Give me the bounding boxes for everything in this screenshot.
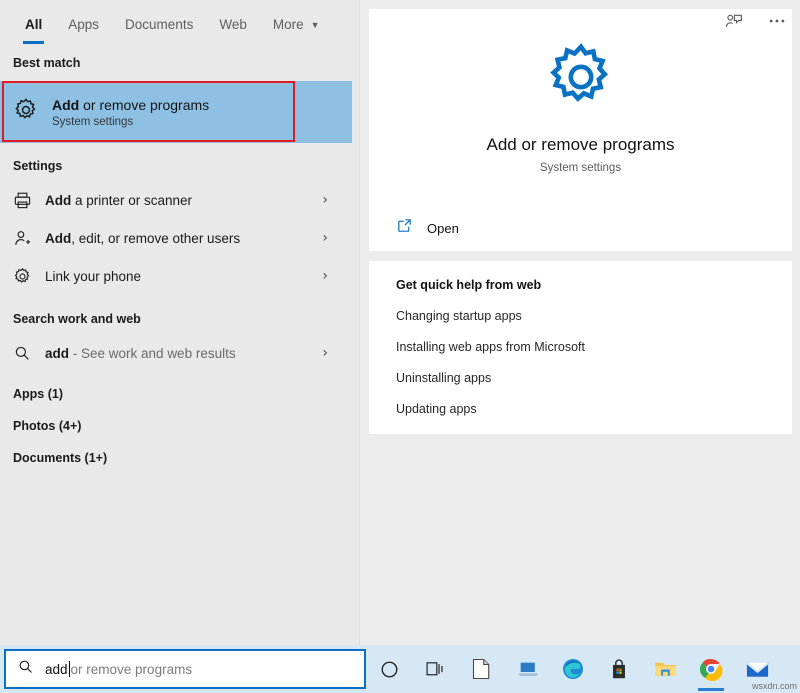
chevron-down-icon: ▼ <box>310 19 320 30</box>
text-cursor <box>68 661 70 677</box>
preview-subtitle: System settings <box>539 161 622 174</box>
quick-help-card: Get quick help from web Changing startup… <box>369 261 792 434</box>
tab-apps[interactable]: Apps <box>55 0 112 48</box>
best-match-title-bold: Add <box>52 96 80 113</box>
web-result-item[interactable]: add - See work and web results › <box>0 334 359 372</box>
task-view-icon[interactable] <box>412 645 458 693</box>
quick-help-item[interactable]: Installing web apps from Microsoft <box>396 340 792 354</box>
cortana-icon[interactable] <box>366 645 412 693</box>
tab-documents-label: Documents <box>125 16 194 32</box>
chevron-right-icon: › <box>322 345 328 361</box>
web-result-label: add - See work and web results <box>45 346 236 361</box>
best-match-title-rest: or remove programs <box>79 96 210 113</box>
tab-more-label: More <box>272 16 304 32</box>
tab-all[interactable]: All <box>12 0 55 48</box>
chevron-right-icon: › <box>322 268 328 284</box>
category-apps-label: Apps (1) <box>13 387 63 401</box>
quick-help-item[interactable]: Updating apps <box>396 402 792 416</box>
settings-item-manage-users[interactable]: Add, edit, or remove other users › <box>0 219 359 257</box>
preview-hero: Add or remove programs System settings <box>369 9 792 204</box>
category-apps[interactable]: Apps (1) <box>0 378 359 410</box>
preview-card: Add or remove programs System settings O… <box>369 9 792 251</box>
header-actions <box>724 11 788 36</box>
search-icon <box>13 344 41 362</box>
quick-help-heading: Get quick help from web <box>396 278 542 292</box>
best-match-subtitle: System settings <box>52 115 134 128</box>
best-match-row[interactable]: Add or remove programs System settings <box>0 81 352 143</box>
settings-heading: Settings <box>13 159 63 173</box>
open-action-row[interactable]: Open <box>369 205 792 251</box>
settings-item-0-rest: a printer or scanner <box>71 192 193 208</box>
windows-search-screen: All Apps Documents Web More ▼ Best match <box>0 0 800 693</box>
settings-item-link-phone-label: Link your phone <box>45 269 141 284</box>
tab-all-label: All <box>25 16 43 32</box>
category-documents-label: Documents (1+) <box>13 451 108 465</box>
open-action-label: Open <box>427 220 459 236</box>
taskbar-icons <box>366 645 780 693</box>
settings-item-manage-users-label: Add, edit, or remove other users <box>45 231 240 246</box>
best-match-heading: Best match <box>13 56 81 70</box>
settings-item-add-printer-label: Add a printer or scanner <box>45 193 192 208</box>
file-explorer-icon[interactable] <box>642 645 688 693</box>
taskbar: add or remove programs wsxdn.com <box>0 645 800 693</box>
feedback-icon[interactable] <box>724 11 744 36</box>
gear-icon <box>13 267 41 286</box>
user-add-icon <box>13 229 41 248</box>
tab-apps-label: Apps <box>68 16 100 32</box>
web-result-hint: - See work and web results <box>69 345 236 361</box>
settings-item-add-printer[interactable]: Add a printer or scanner › <box>0 181 359 219</box>
printer-icon <box>13 191 41 210</box>
gear-icon <box>13 97 39 128</box>
search-input[interactable]: add or remove programs <box>45 661 192 677</box>
tab-web[interactable]: Web <box>206 0 260 48</box>
chevron-right-icon: › <box>322 192 328 208</box>
remote-desktop-icon[interactable] <box>504 645 550 693</box>
document-icon[interactable] <box>458 645 504 693</box>
search-results-panel: All Apps Documents Web More ▼ Best match <box>0 0 360 645</box>
category-photos[interactable]: Photos (4+) <box>0 410 359 442</box>
preview-title: Add or remove programs <box>486 134 675 154</box>
tab-web-label: Web <box>219 16 247 32</box>
tab-documents[interactable]: Documents <box>112 0 206 48</box>
taskbar-search-box[interactable]: add or remove programs <box>4 649 366 689</box>
settings-item-1-bold: Add <box>45 230 72 246</box>
edge-browser-icon[interactable] <box>550 645 596 693</box>
best-match-container: Add or remove programs System settings <box>0 81 359 143</box>
search-icon <box>17 658 34 680</box>
search-flyout: All Apps Documents Web More ▼ Best match <box>0 0 800 645</box>
microsoft-store-icon[interactable] <box>596 645 642 693</box>
gear-icon <box>544 40 618 119</box>
settings-item-0-bold: Add <box>45 192 72 208</box>
best-match-texts: Add or remove programs System settings <box>52 97 209 128</box>
settings-item-1-rest: , edit, or remove other users <box>71 230 241 246</box>
web-result-query: add <box>45 345 70 361</box>
category-photos-label: Photos (4+) <box>13 419 82 433</box>
quick-help-item[interactable]: Uninstalling apps <box>396 371 792 385</box>
external-link-icon <box>396 217 413 239</box>
quick-help-item[interactable]: Changing startup apps <box>396 309 792 323</box>
best-match-title: Add or remove programs <box>52 97 209 113</box>
search-filter-tabs: All Apps Documents Web More ▼ <box>0 0 359 48</box>
preview-panel: Add or remove programs System settings O… <box>360 0 800 645</box>
category-documents[interactable]: Documents (1+) <box>0 442 359 474</box>
chevron-right-icon: › <box>322 230 328 246</box>
ellipsis-icon[interactable] <box>766 11 788 36</box>
search-web-heading: Search work and web <box>13 312 141 326</box>
settings-item-link-phone[interactable]: Link your phone › <box>0 257 359 295</box>
watermark: wsxdn.com <box>751 681 797 691</box>
chrome-browser-icon[interactable] <box>688 645 734 693</box>
settings-item-2-rest: Link your phone <box>45 268 142 284</box>
search-suggestion-text: or remove programs <box>70 661 193 677</box>
tab-more[interactable]: More ▼ <box>260 0 333 48</box>
search-typed-text: add <box>45 661 68 677</box>
